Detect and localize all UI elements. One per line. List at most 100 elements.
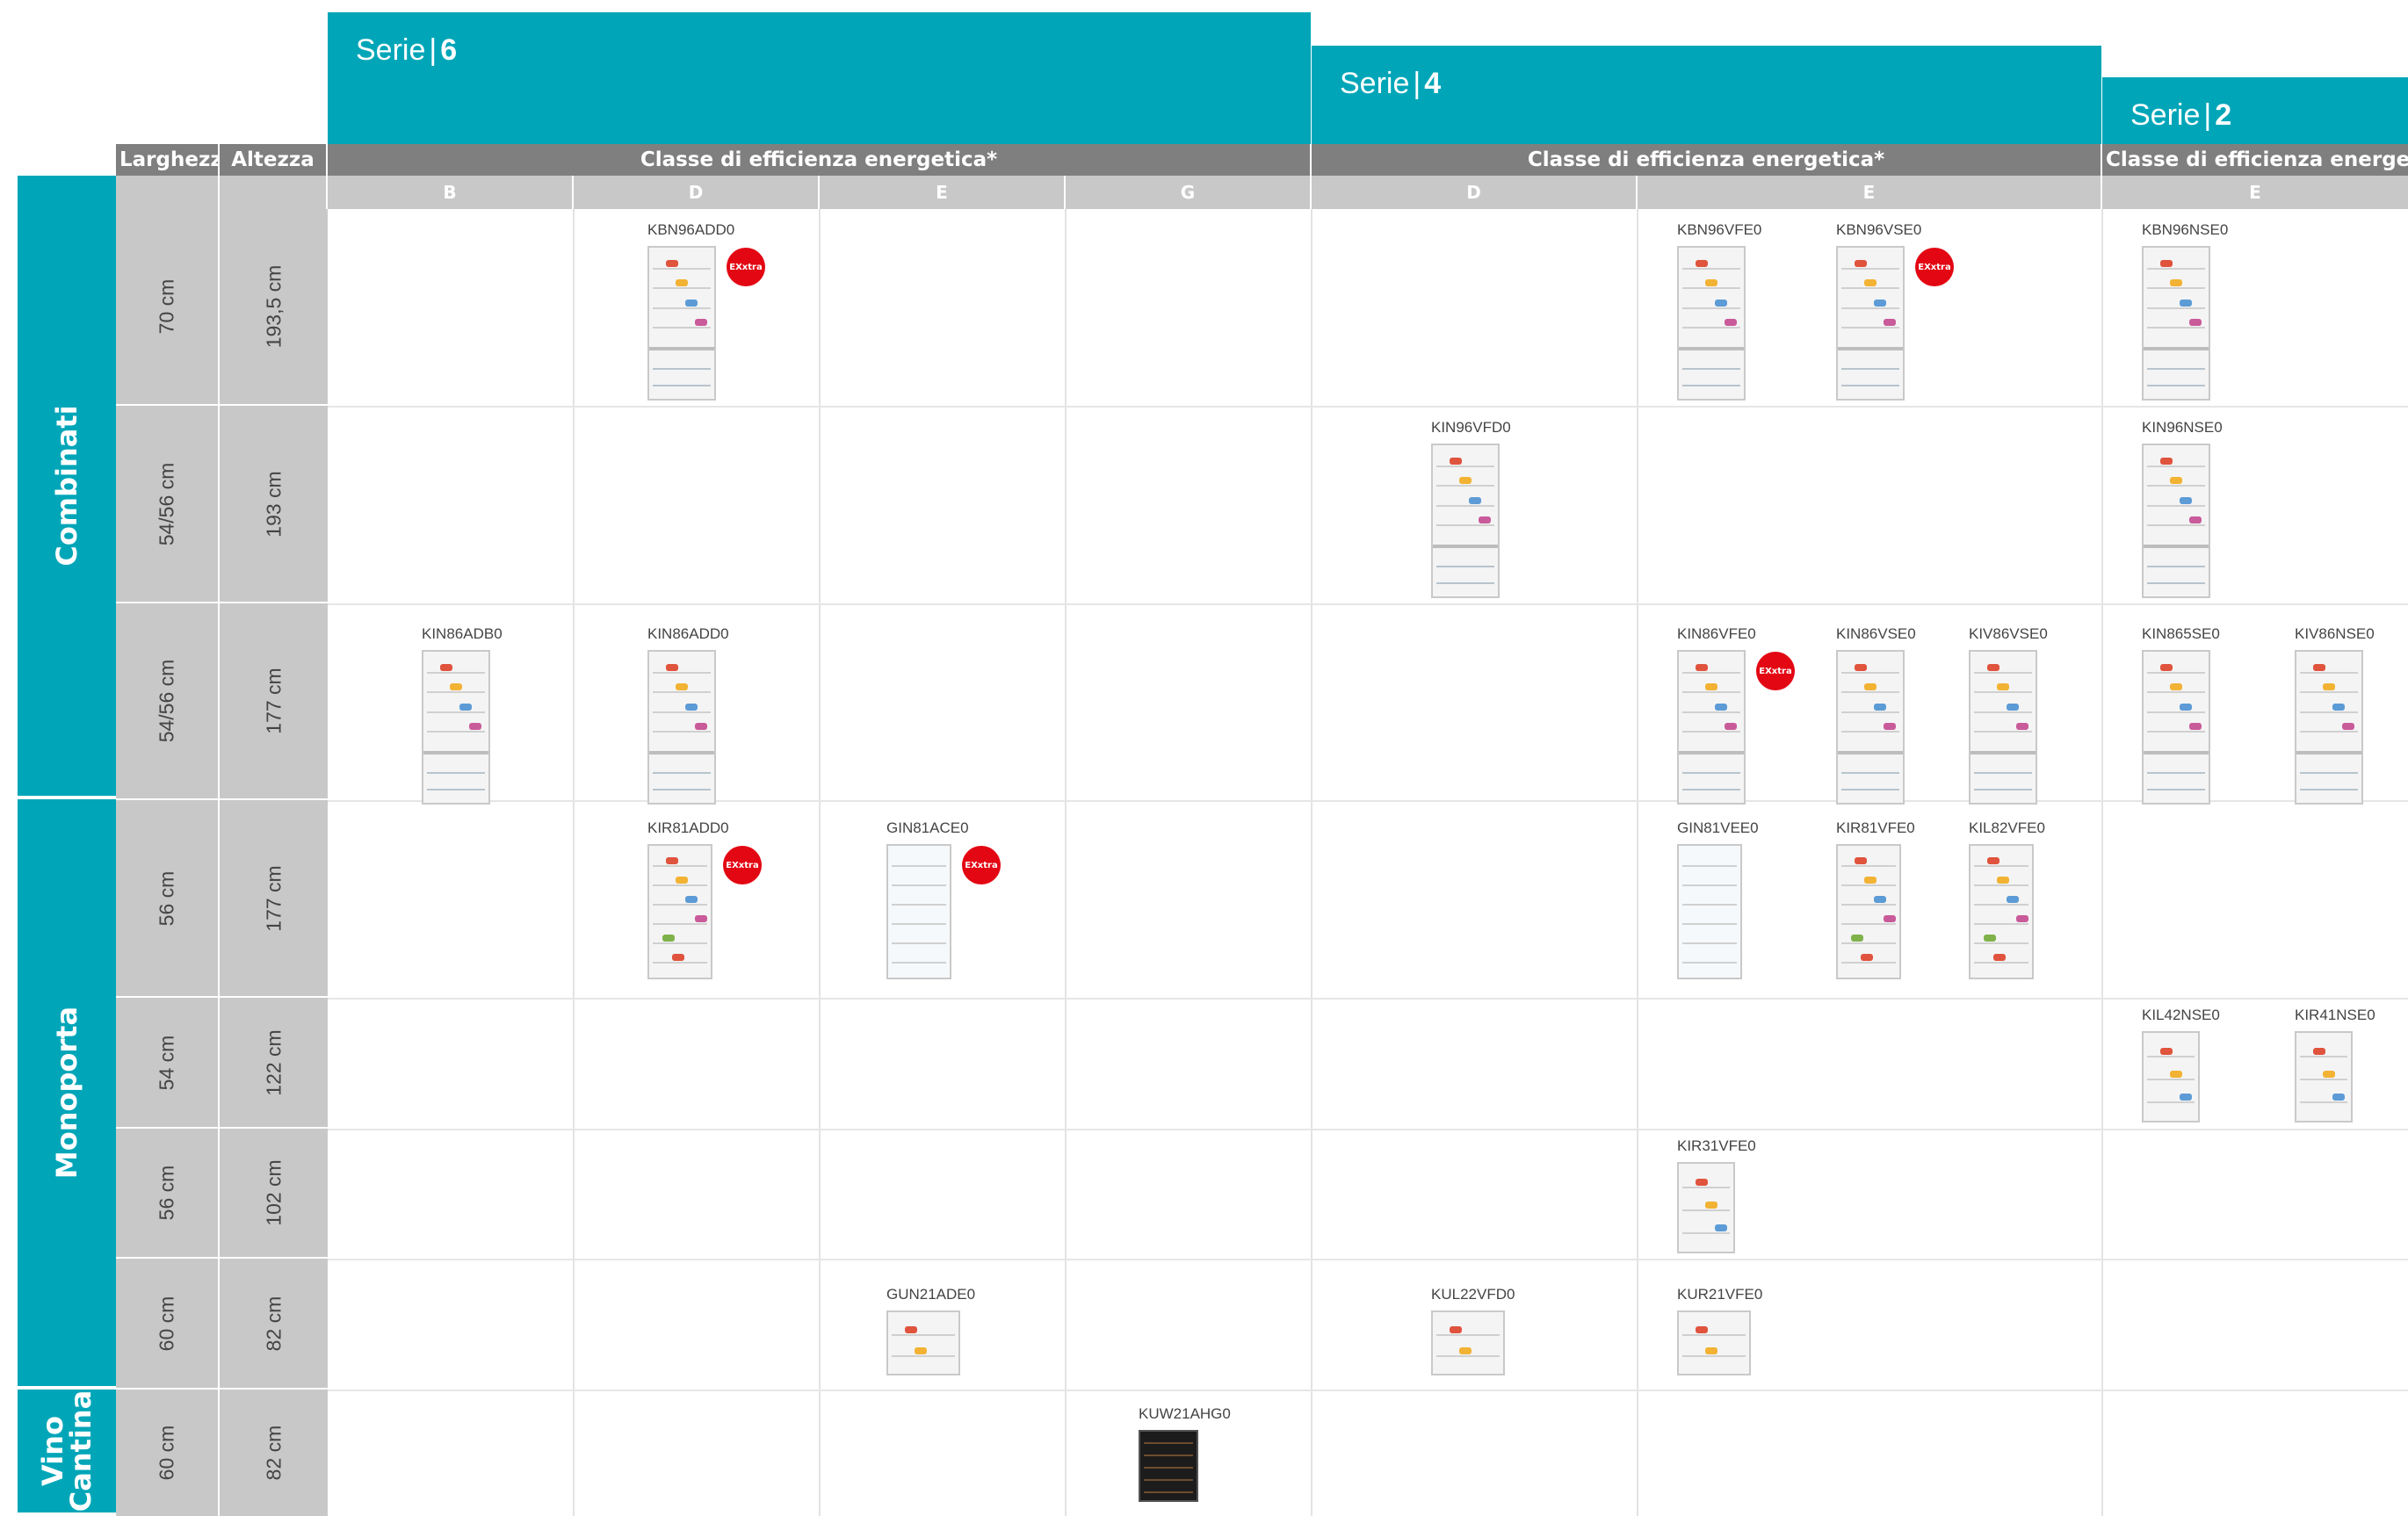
shelf — [2147, 524, 2205, 526]
product-code: GIN81VEE0 — [1677, 819, 1759, 836]
shelf — [892, 884, 946, 886]
product-gin81ace0[interactable]: GIN81ACE0 EXxtra — [886, 819, 1001, 979]
food-item — [1696, 1326, 1708, 1333]
shelf — [653, 865, 707, 867]
product-kin96nse0[interactable]: KIN96NSE0 — [2142, 419, 2223, 598]
fridge-image — [647, 246, 716, 401]
serie-6-header: Serie | 6 — [328, 12, 1311, 144]
product-code: KBN96VFE0 — [1677, 221, 1762, 238]
product-kil42nse0[interactable]: KIL42NSE0 — [2142, 1007, 2220, 1123]
fridge-image — [2142, 246, 2210, 401]
shelf — [1682, 1334, 1746, 1336]
food-item — [676, 279, 688, 286]
row-6-height: 102 cm — [220, 1129, 328, 1259]
product-kbn96nse0[interactable]: KBN96NSE0 — [2142, 221, 2228, 401]
product-kul22vfd0[interactable]: KUL22VFD0 — [1431, 1286, 1515, 1375]
product-kiv86vse0[interactable]: KIV86VSE0 — [1969, 625, 2048, 805]
fridge-image — [1836, 650, 1905, 805]
food-item — [666, 260, 678, 267]
grid-hline — [328, 603, 2408, 605]
product-kin86add0[interactable]: KIN86ADD0 — [647, 625, 729, 805]
shelf — [1682, 1232, 1730, 1234]
product-gin81vee0[interactable]: GIN81VEE0 — [1677, 819, 1759, 979]
food-item — [2007, 896, 2019, 903]
food-item — [2323, 1071, 2335, 1078]
freezer-drawer — [653, 772, 711, 774]
product-kur21vfe0[interactable]: KUR21VFE0 — [1677, 1286, 1762, 1375]
food-item — [672, 954, 684, 961]
freezer-drawer — [2147, 385, 2205, 386]
product-kir81vfe0[interactable]: KIR81VFE0 — [1836, 819, 1915, 979]
food-item — [1715, 704, 1727, 711]
fridge-image — [2142, 650, 2210, 805]
product-code: KIN86ADB0 — [422, 625, 503, 642]
product-code: KIR41NSE0 — [2295, 1007, 2375, 1023]
shelf — [2147, 268, 2205, 270]
row-7-height: 82 cm — [220, 1259, 328, 1390]
food-item — [2189, 723, 2202, 730]
food-item — [1987, 664, 1999, 671]
product-kin86vse0[interactable]: KIN86VSE0 — [1836, 625, 1916, 805]
product-code: KIV86VSE0 — [1969, 625, 2048, 642]
product-code: KIL42NSE0 — [2142, 1007, 2220, 1023]
shelf — [1841, 865, 1896, 867]
product-kir41nse0[interactable]: KIR41NSE0 — [2295, 1007, 2375, 1123]
product-kir81add0[interactable]: KIR81ADD0 EXxtra — [647, 819, 762, 979]
fridge-image — [422, 650, 490, 805]
shelf — [1841, 327, 1899, 328]
product-kbn96add0[interactable]: KBN96ADD0 EXxtra — [647, 221, 765, 401]
product-kuw21ahg0[interactable]: KUW21AHG0 — [1139, 1405, 1231, 1502]
fridge-image — [647, 844, 712, 979]
shelf — [2147, 1056, 2195, 1058]
shelf — [1682, 731, 1740, 733]
food-item — [1987, 857, 1999, 864]
freezer-drawer — [2147, 772, 2205, 774]
shelf — [1682, 1187, 1730, 1188]
shelf — [1436, 1334, 1500, 1336]
shelf — [653, 962, 707, 964]
product-code: KUL22VFD0 — [1431, 1286, 1515, 1303]
product-code: KIR31VFE0 — [1677, 1137, 1756, 1154]
compartment-divider — [649, 751, 714, 754]
row-5-height: 122 cm — [220, 998, 328, 1129]
food-item — [2170, 279, 2182, 286]
shelf — [427, 731, 485, 733]
product-gun21ade0[interactable]: GUN21ADE0 — [886, 1286, 975, 1375]
food-item — [1450, 1326, 1462, 1333]
fridge-image — [1969, 650, 2037, 805]
food-item — [1696, 664, 1708, 671]
shelf — [1682, 884, 1737, 886]
freezer-drawer — [1841, 385, 1899, 386]
shelf — [2147, 485, 2205, 487]
wine-rack-shelf — [1144, 1467, 1193, 1469]
food-item — [915, 1347, 927, 1354]
product-kil82vfe0[interactable]: KIL82VFE0 — [1969, 819, 2045, 979]
freezer-drawer — [2300, 772, 2358, 774]
food-item — [2170, 1071, 2182, 1078]
compartment-divider — [2144, 347, 2209, 350]
shelf — [2147, 466, 2205, 467]
product-kbn96vfe0[interactable]: KBN96VFE0 — [1677, 221, 1762, 401]
shelf — [1682, 287, 1740, 289]
food-item — [666, 857, 678, 864]
food-item — [2313, 664, 2325, 671]
product-kin865se0[interactable]: KIN865SE0 — [2142, 625, 2220, 805]
food-item — [1997, 877, 2009, 884]
product-kin86adb0[interactable]: KIN86ADB0 — [422, 625, 503, 805]
product-kbn96vse0[interactable]: KBN96VSE0 EXxtra — [1836, 221, 1954, 401]
product-kiv86nse0[interactable]: KIV86NSE0 — [2295, 625, 2375, 805]
product-kin86vfe0[interactable]: KIN86VFE0 EXxtra — [1677, 625, 1795, 805]
shelf — [1682, 672, 1740, 674]
shelf — [1841, 731, 1899, 733]
product-kin96vfd0[interactable]: KIN96VFD0 — [1431, 419, 1511, 598]
fridge-image — [1431, 1310, 1505, 1375]
shelf — [2300, 711, 2358, 713]
product-kir31vfe0[interactable]: KIR31VFE0 — [1677, 1137, 1756, 1253]
category-vino-cantina: Vino Cantina — [18, 1390, 116, 1516]
food-item — [1984, 935, 1996, 942]
food-item — [685, 896, 698, 903]
shelf — [2300, 672, 2358, 674]
product-code: KBN96VSE0 — [1836, 221, 1922, 238]
product-code: KIN96VFD0 — [1431, 419, 1511, 436]
exxtra-badge: EXxtra — [727, 248, 765, 286]
